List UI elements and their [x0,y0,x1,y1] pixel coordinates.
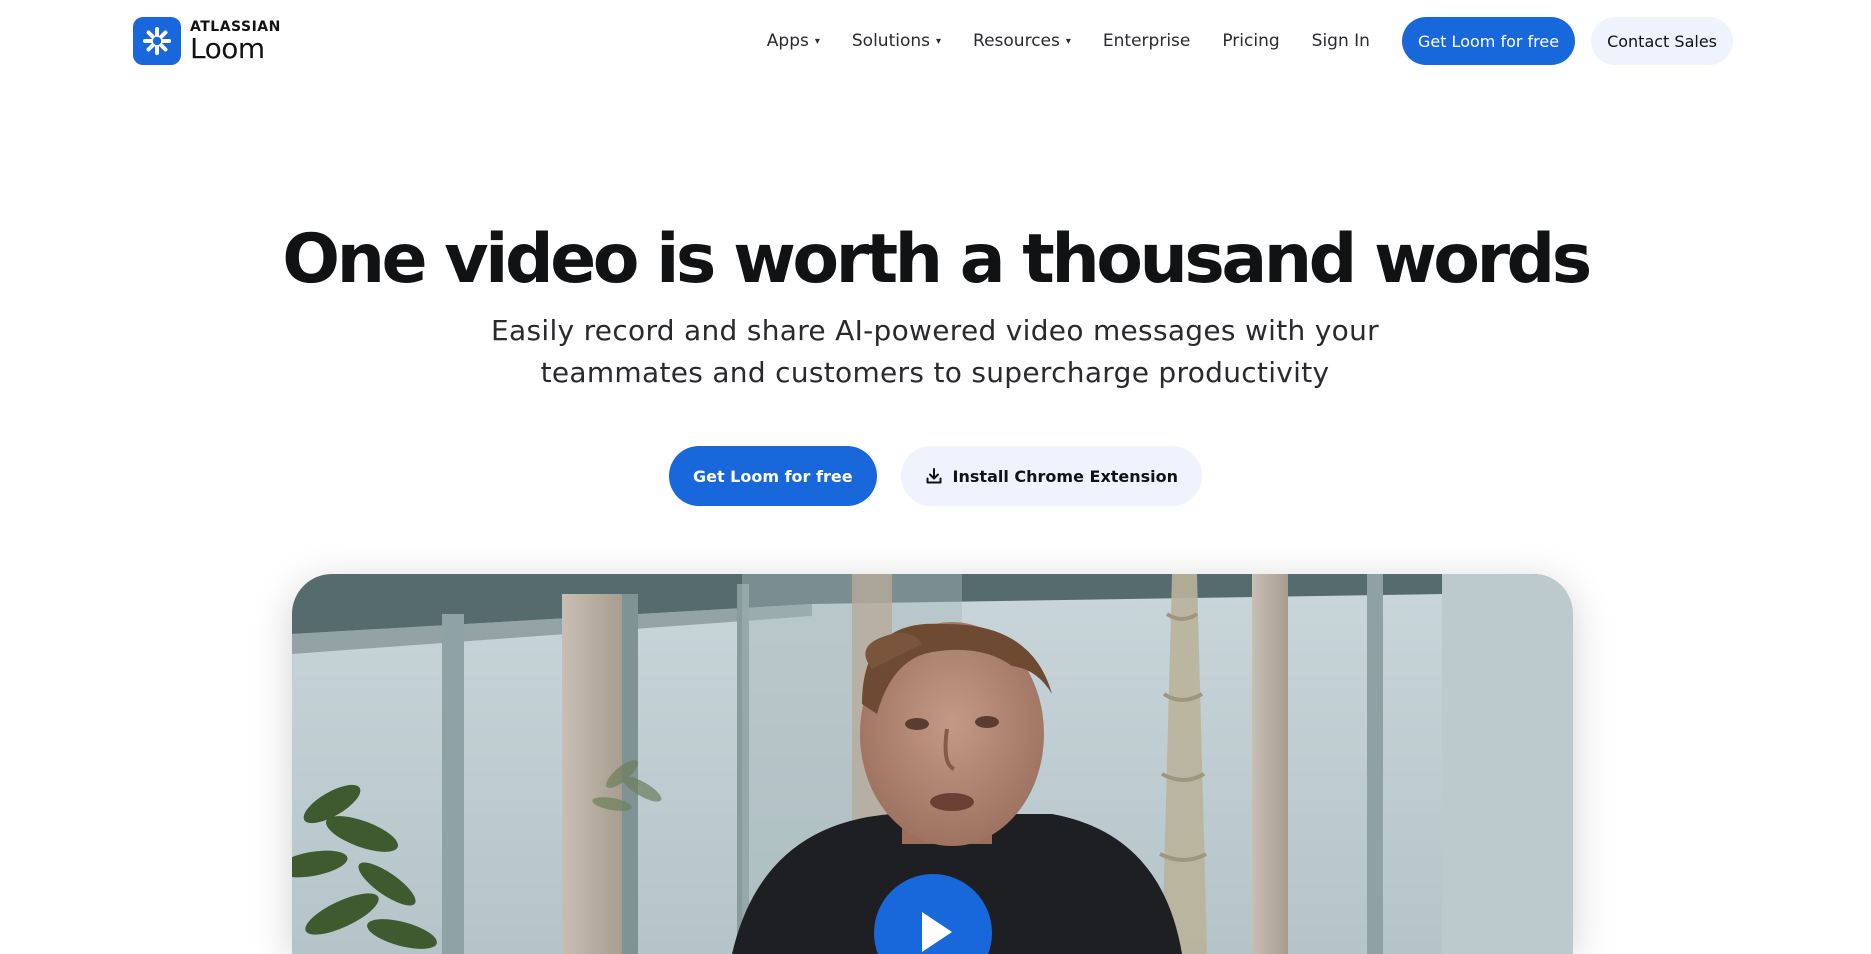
install-chrome-extension-button[interactable]: Install Chrome Extension [900,446,1203,506]
caret-down-icon: ▾ [814,35,820,47]
contact-sales-button[interactable]: Contact Sales [1591,17,1733,65]
nav-item-resources[interactable]: Resources ▾ [973,31,1071,51]
nav-item-label: Resources [973,31,1060,51]
nav-item-apps[interactable]: Apps ▾ [767,31,820,51]
loom-logo[interactable]: ATLASSIAN Loom [133,17,281,65]
nav-item-label: Apps [766,31,809,51]
main-nav: Apps ▾ Solutions ▾ Resources ▾ Enterpris… [767,17,1733,65]
site-header: ATLASSIAN Loom Apps ▾ Solutions ▾ Resour… [0,0,1871,84]
hero-video[interactable] [292,574,1573,954]
nav-item-label: Pricing [1222,31,1280,51]
nav-item-solutions[interactable]: Solutions ▾ [852,31,941,51]
download-icon [925,467,943,485]
logo-wordmark: ATLASSIAN Loom [190,20,281,63]
nav-item-label: Enterprise [1102,31,1191,51]
install-chrome-extension-label: Install Chrome Extension [952,466,1179,486]
hero-title: One video is worth a thousand words [282,220,1592,299]
hero-subtitle: Easily record and share AI-powered video… [435,310,1435,394]
header-get-loom-button[interactable]: Get Loom for free [1401,17,1576,65]
nav-item-sign-in[interactable]: Sign In [1312,31,1370,51]
caret-down-icon: ▾ [1065,35,1071,47]
nav-item-label: Sign In [1311,31,1370,51]
hero-subtitle-line: teammates and customers to supercharge p… [540,356,1330,389]
loom-asterisk-icon [133,17,181,65]
caret-down-icon: ▾ [936,35,942,47]
nav-item-enterprise[interactable]: Enterprise [1103,31,1190,51]
hero-cta-group: Get Loom for free Install Chrome Extensi… [0,446,1871,506]
hero-get-loom-button[interactable]: Get Loom for free [668,446,877,506]
nav-item-pricing[interactable]: Pricing [1222,31,1279,51]
hero-subtitle-line: Easily record and share AI-powered video… [491,314,1379,347]
nav-item-label: Solutions [851,31,931,51]
logo-product-name: Loom [190,31,265,65]
play-icon [922,912,952,952]
